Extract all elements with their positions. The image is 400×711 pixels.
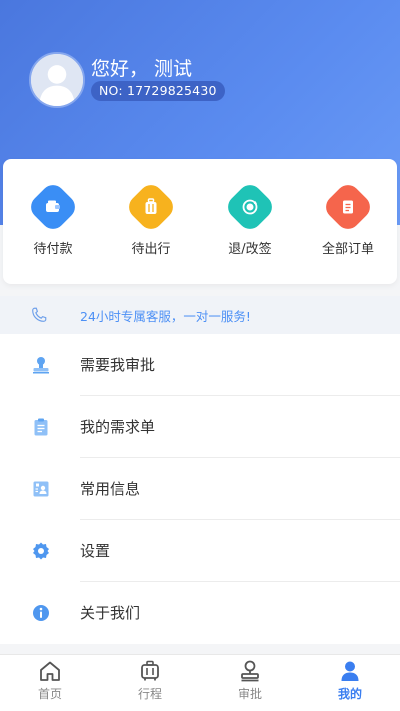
settings-menu: 需要我审批 我的需求单 常用信息 设置 关于我们 xyxy=(0,334,400,644)
order-label: 退/改签 xyxy=(228,242,272,257)
info-icon xyxy=(33,605,49,621)
tab-approval[interactable]: 审批 xyxy=(200,659,300,702)
orders-card: 待付款 待出行 退/改签 全部订单 xyxy=(3,159,397,284)
bottom-tab-bar: 首页 行程 审批 我的 xyxy=(0,654,400,711)
menu-label: 关于我们 xyxy=(80,604,141,622)
tab-label: 行程 xyxy=(137,687,162,701)
order-label: 全部订单 xyxy=(321,242,374,257)
phone-icon xyxy=(32,307,47,322)
menu-item-my-requests[interactable]: 我的需求单 xyxy=(0,396,400,458)
order-pending-payment[interactable]: 待付款 xyxy=(13,180,93,257)
tab-label: 审批 xyxy=(237,687,262,701)
refund-icon xyxy=(223,180,277,234)
user-number-badge: NO: 17729825430 xyxy=(91,81,225,101)
menu-label: 我的需求单 xyxy=(80,418,156,436)
profile-icon xyxy=(341,661,359,681)
tab-home[interactable]: 首页 xyxy=(0,659,100,702)
approval-icon xyxy=(241,660,259,682)
menu-label: 需要我审批 xyxy=(80,356,156,374)
menu-item-settings[interactable]: 设置 xyxy=(0,520,400,582)
home-icon xyxy=(40,661,60,681)
clipboard-icon xyxy=(34,418,48,436)
trip-icon xyxy=(141,660,159,681)
order-label: 待付款 xyxy=(33,242,73,257)
service-text: 24小时专属客服，一对一服务! xyxy=(80,309,251,324)
menu-label: 常用信息 xyxy=(80,480,141,498)
avatar[interactable] xyxy=(29,52,85,108)
order-refund-change[interactable]: 退/改签 xyxy=(210,180,290,257)
menu-item-common-info[interactable]: 常用信息 xyxy=(0,458,400,520)
menu-item-approval[interactable]: 需要我审批 xyxy=(0,334,400,396)
tab-mine[interactable]: 我的 xyxy=(300,659,400,702)
tab-label: 首页 xyxy=(37,687,62,701)
tab-trip[interactable]: 行程 xyxy=(100,659,200,702)
customer-service-bar[interactable]: 24小时专属客服，一对一服务! xyxy=(0,296,400,334)
order-label: 待出行 xyxy=(131,242,171,257)
tab-label: 我的 xyxy=(337,687,362,701)
contact-card-icon xyxy=(33,481,49,497)
user-silhouette-icon xyxy=(31,54,83,106)
greeting-text: 您好， 测试 xyxy=(91,58,193,80)
order-pending-travel[interactable]: 待出行 xyxy=(111,180,191,257)
order-all[interactable]: 全部订单 xyxy=(308,180,388,257)
stamp-icon xyxy=(33,357,49,374)
menu-item-about-us[interactable]: 关于我们 xyxy=(0,582,400,644)
wallet-icon xyxy=(26,180,80,234)
menu-label: 设置 xyxy=(80,542,111,560)
luggage-icon xyxy=(124,180,178,234)
order-list-icon xyxy=(321,180,375,234)
gear-icon xyxy=(33,542,49,560)
